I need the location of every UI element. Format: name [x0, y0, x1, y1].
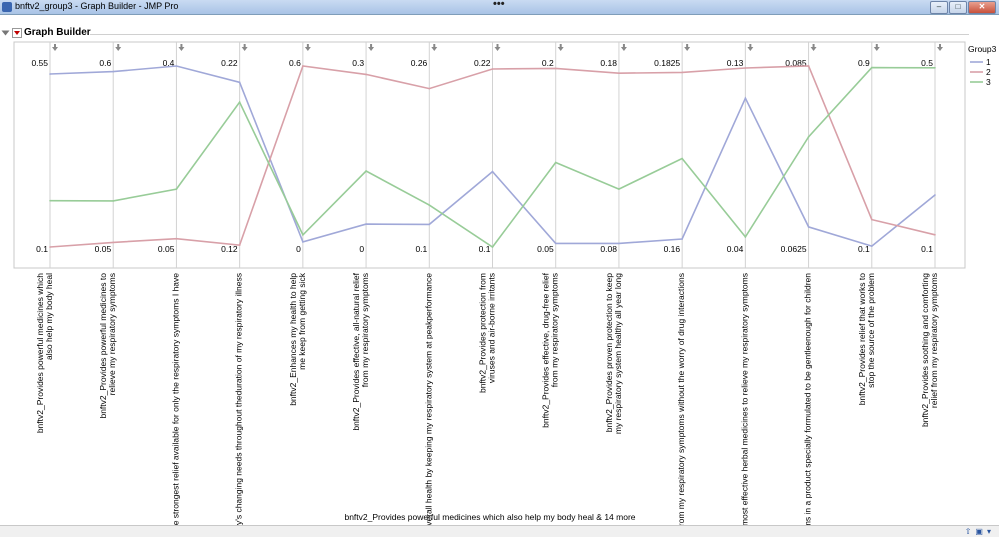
legend-label: 3: [986, 77, 991, 87]
series-point: [681, 71, 683, 74]
legend-label: 1: [986, 57, 991, 67]
series-point: [491, 170, 494, 173]
axis-min-label: 0.04: [727, 244, 744, 254]
series-point: [428, 204, 431, 206]
series-point: [681, 238, 683, 240]
series-point: [870, 245, 873, 247]
series-point: [112, 70, 115, 73]
series-point: [744, 236, 747, 238]
axis-min-label: 0.16: [664, 244, 681, 254]
series-point: [491, 246, 494, 248]
layout-icon[interactable]: ▣: [975, 527, 983, 536]
axis-min-label: 0.1: [415, 244, 427, 254]
axis-title-line: from my respiratory symptoms without the…: [676, 273, 686, 529]
axis-min-label: 0.05: [95, 244, 112, 254]
axis-max-label: 0.3: [352, 58, 364, 68]
axis-max-label: 0.18: [600, 58, 617, 68]
axis-min-label: 0.08: [600, 244, 617, 254]
parallel-plot-chart: 0.55 0.1 bnftv2_Provides powerful medicine…: [13, 41, 997, 537]
series-point: [428, 87, 431, 90]
axis-max-label: 0.1825: [654, 58, 680, 68]
series-point: [618, 188, 620, 190]
axis-max-label: 0.13: [727, 58, 744, 68]
status-bar: ⇧ ▣ ▾: [0, 525, 999, 537]
axis-min-label: 0.05: [537, 244, 554, 254]
series-point: [175, 188, 178, 190]
axis-max-label: 0.2: [542, 58, 554, 68]
axis-max-label: 0.26: [411, 58, 428, 68]
series-point: [554, 67, 557, 70]
series-point: [49, 73, 51, 75]
legend-label: 2: [986, 67, 991, 77]
series-point: [365, 73, 367, 76]
axis-max-label: 0.6: [99, 58, 111, 68]
axis-max-label: 0.22: [474, 58, 491, 68]
legend-title: Group3: [968, 44, 997, 54]
series-point: [744, 97, 747, 99]
series-point: [554, 242, 557, 245]
series-point: [807, 135, 810, 138]
axis-min-label: 0: [296, 244, 301, 254]
axis-title-line: relief from my respiratory symptoms: [929, 273, 939, 408]
axis-title-line: my respiratory system healthy all year l…: [613, 273, 623, 434]
axis-title-line: viruses and air-borne irritants: [487, 273, 497, 383]
series-point: [365, 223, 367, 225]
axis-title-line: stop the source of the problem: [866, 273, 876, 388]
series-point: [302, 65, 304, 67]
series-point: [49, 246, 51, 248]
series-point: [238, 101, 241, 103]
axis-min-label: 0.1: [36, 244, 48, 254]
series-point: [365, 170, 367, 172]
series-point: [238, 81, 241, 84]
home-icon[interactable]: ⇧: [965, 527, 972, 536]
series-point: [807, 226, 810, 228]
dropdown-icon[interactable]: ▾: [987, 527, 991, 536]
series-point: [112, 241, 115, 244]
series-point: [302, 241, 304, 243]
axis-min-label: 0.05: [158, 244, 175, 254]
axis-title-line: e most effective herbal medicines to rel…: [739, 273, 749, 533]
series-point: [618, 242, 620, 245]
series-point: [428, 223, 431, 226]
series-point: [744, 67, 747, 69]
series-point: [175, 237, 178, 240]
axis-min-label: 0: [359, 244, 364, 254]
axis-max-label: 0.55: [31, 58, 48, 68]
axis-title-line: from my respiratory symptoms: [360, 273, 370, 387]
x-axis-title: bnftv2_Provides powerful medicines which…: [344, 512, 635, 522]
axis-title-line: ody's changing needs throughout thedurat…: [234, 273, 244, 535]
plot-frame: [13, 41, 966, 269]
series-point: [934, 67, 936, 69]
series-point: [302, 234, 304, 236]
axis-title-line: also help my body heal: [44, 273, 54, 360]
axis-title-line: y overall health by keeping my respirato…: [423, 273, 433, 537]
series-point: [681, 157, 683, 160]
series-point: [175, 65, 178, 67]
axis-max-label: 0.22: [221, 58, 238, 68]
series-point: [238, 244, 241, 246]
series-point: [49, 199, 51, 202]
series-point: [934, 194, 936, 196]
axis-title-line: relieve my respiratory symptoms: [107, 273, 117, 395]
axis-max-label: 0.5: [921, 58, 933, 68]
series-point: [934, 233, 936, 236]
series-point: [618, 72, 620, 75]
series-point: [491, 68, 494, 70]
axis-max-label: 0.9: [858, 58, 870, 68]
series-point: [807, 65, 810, 67]
axis-title-line: from my respiratory symptoms: [550, 273, 560, 387]
series-point: [554, 161, 557, 164]
axis-title-line: oms in a product specially formulated to…: [803, 273, 813, 533]
axis-min-label: 0.1: [921, 244, 933, 254]
series-point: [870, 218, 873, 221]
axis-title-line: me keep from getting sick: [297, 272, 307, 370]
series-point: [870, 66, 873, 69]
axis-min-label: 0.0625: [781, 244, 807, 254]
axis-max-label: 0.6: [289, 58, 301, 68]
series-point: [112, 200, 115, 202]
axis-title-line: the strongest relief available for only …: [170, 273, 180, 533]
